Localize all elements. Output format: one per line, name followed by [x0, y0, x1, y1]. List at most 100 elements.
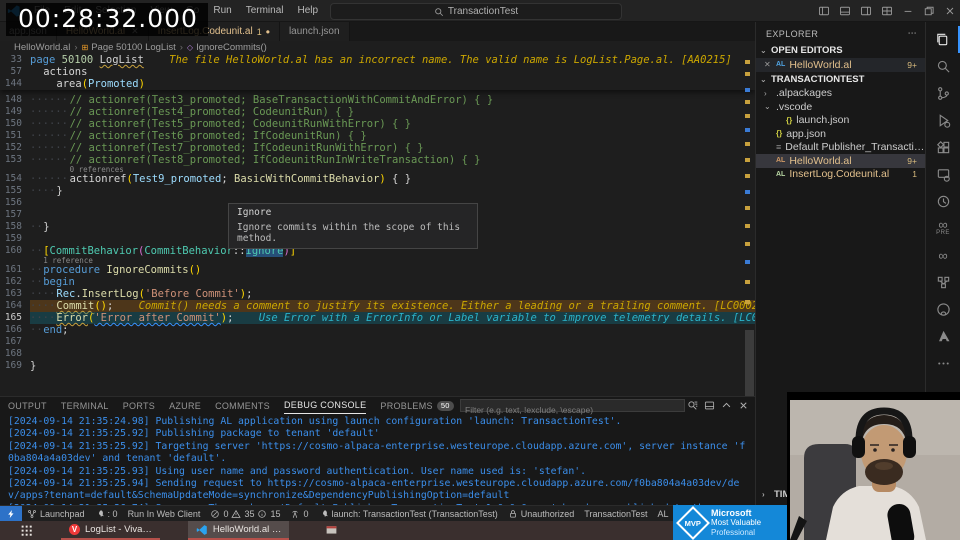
- code-line-154[interactable]: 154 ············actionref(Test9_promoted;…: [0, 173, 755, 185]
- breadcrumb-item[interactable]: Page 50100 LogList: [91, 42, 176, 53]
- filter-icon[interactable]: [687, 400, 698, 411]
- line-content: ····begin: [30, 276, 75, 288]
- code-line-151[interactable]: 151 ············// actionref(Test6_promot…: [0, 130, 755, 142]
- toggle-primary-sidebar-icon[interactable]: [813, 0, 834, 22]
- panel-tab-output[interactable]: OUTPUT: [8, 397, 47, 414]
- menu-help[interactable]: Help: [291, 5, 326, 16]
- breadcrumb-item[interactable]: IgnoreCommits(): [196, 42, 267, 53]
- code-line-33[interactable]: 33 page 50100 LogList The file HelloWorld…: [0, 54, 755, 66]
- more-icon[interactable]: [926, 350, 960, 377]
- remote-explorer-icon[interactable]: [926, 161, 960, 188]
- code-line-144[interactable]: 144 area(Promoted): [0, 78, 755, 90]
- symbol-method-icon: ◇: [186, 43, 194, 52]
- panel-tab-comments[interactable]: COMMENTS: [215, 397, 270, 414]
- minimize-icon[interactable]: [897, 0, 918, 22]
- menu-terminal[interactable]: Terminal: [239, 5, 291, 16]
- code-line-168[interactable]: 168: [0, 348, 755, 360]
- start-button[interactable]: [20, 524, 33, 537]
- status-label: Run In Web Client: [127, 508, 201, 519]
- problems-summary[interactable]: 0 35 15: [205, 506, 285, 521]
- rad-tools[interactable]: : 0: [90, 506, 123, 521]
- panel-actions: [687, 399, 749, 412]
- mvp-line2: Most Valuable: [711, 517, 762, 527]
- mvp-logo: MVP: [676, 505, 710, 540]
- code-line-164[interactable]: 164 ········Commit(); Commit() needs a co…: [0, 300, 755, 312]
- code-line-149[interactable]: 149 ············// actionref(Test4_promot…: [0, 106, 755, 118]
- auth-status[interactable]: Unauthorized: [503, 506, 580, 521]
- github-icon[interactable]: [926, 296, 960, 323]
- azure-icon[interactable]: [926, 323, 960, 350]
- code-line-162[interactable]: 162 ····begin: [0, 276, 755, 288]
- code-line-155[interactable]: 155 ········}: [0, 185, 755, 197]
- section-workspace[interactable]: ⌄ TRANSACTIONTEST: [756, 72, 925, 87]
- explorer-icon[interactable]: [926, 26, 960, 53]
- tree-item-launch-json[interactable]: {} launch.json: [756, 114, 925, 128]
- close-icon[interactable]: [738, 400, 749, 411]
- console-filter[interactable]: [460, 399, 692, 416]
- error-count: 0: [223, 508, 229, 519]
- panel-tab-azure[interactable]: AZURE: [169, 397, 201, 414]
- restore-icon[interactable]: [918, 0, 939, 22]
- snapshots-icon[interactable]: [926, 269, 960, 296]
- code-line-165[interactable]: 165 ········Error('Error after Commit'); …: [0, 312, 755, 324]
- toggle-secondary-sidebar-icon[interactable]: [855, 0, 876, 22]
- launchpad[interactable]: Launchpad: [22, 506, 90, 521]
- panel-tab-debug-console[interactable]: DEBUG CONSOLE: [283, 397, 367, 414]
- code-line-148[interactable]: 148 ············// actionref(Test3_promot…: [0, 94, 755, 106]
- workspace-name[interactable]: TransactionTest: [579, 506, 652, 521]
- source-control-icon[interactable]: [926, 80, 960, 107]
- toggle-panel-icon[interactable]: [834, 0, 855, 22]
- al-test-runner-icon[interactable]: [926, 188, 960, 215]
- close-icon[interactable]: ✕: [764, 60, 772, 69]
- al-home-icon[interactable]: ∞: [926, 242, 960, 269]
- al-preview-icon[interactable]: ∞ PRE: [926, 215, 960, 242]
- tree-item--alpackages[interactable]: › .alpackages: [756, 87, 925, 101]
- panel-tab-problems[interactable]: PROBLEMS 50: [380, 397, 454, 414]
- browser-window[interactable]: V LogList - Viva…: [61, 521, 160, 540]
- open-editor-item[interactable]: ✕ AL HelloWorld.al 9+: [756, 58, 925, 72]
- vscode-window[interactable]: HelloWorld.al …: [187, 521, 290, 540]
- code-line-57[interactable]: 57 actions: [0, 66, 755, 78]
- other-window[interactable]: [317, 521, 346, 540]
- tree-item-default-publisher-transactiontes-[interactable]: ≡Default Publisher_TransactionTes…: [756, 141, 925, 155]
- chevron-right-icon: ›: [179, 42, 183, 53]
- extensions-icon[interactable]: [926, 134, 960, 161]
- panel-tabbar: OUTPUT TERMINAL PORTS AZURE COMMENTS DEBUG CO…: [8, 397, 454, 414]
- more-actions-icon[interactable]: ⋯: [908, 28, 917, 39]
- ports-forwarded[interactable]: 0: [285, 506, 313, 521]
- breadcrumb[interactable]: HelloWorld.al › ⊞ Page 50100 LogList › ◇ Ignor…: [0, 41, 755, 54]
- command-center-search[interactable]: TransactionTest: [330, 3, 622, 20]
- close-window-icon[interactable]: [939, 0, 960, 22]
- customize-layout-icon[interactable]: [876, 0, 897, 22]
- chevron-right-icon: ›: [74, 42, 78, 53]
- search-icon[interactable]: [926, 53, 960, 80]
- tab-launch-json[interactable]: launch.json: [279, 22, 350, 41]
- code-line-166[interactable]: 166 ····end;: [0, 324, 755, 336]
- run-and-debug-icon[interactable]: [926, 107, 960, 134]
- launch-config[interactable]: launch: TransactionTest (TransactionTest…: [314, 506, 503, 521]
- codelens: 1 reference: [0, 257, 755, 265]
- chevron-up-icon[interactable]: [721, 400, 732, 411]
- breadcrumb-item[interactable]: HelloWorld.al: [14, 42, 70, 53]
- menu-run[interactable]: Run: [206, 5, 238, 16]
- panel-layout-icon[interactable]: [704, 400, 715, 411]
- run-in-web-client[interactable]: Run In Web Client: [123, 506, 206, 521]
- language-mode[interactable]: AL: [653, 506, 674, 521]
- code-line-169[interactable]: 169}: [0, 360, 755, 372]
- tree-item-app-json[interactable]: {} app.json: [756, 127, 925, 141]
- code-line-152[interactable]: 152 ············// actionref(Test7_promot…: [0, 142, 755, 154]
- console-filter-input[interactable]: [461, 404, 692, 416]
- code-editor[interactable]: 148 ············// actionref(Test3_promot…: [0, 54, 755, 396]
- tree-item--vscode[interactable]: ⌄ .vscode: [756, 100, 925, 114]
- line-content: actions: [43, 66, 88, 78]
- section-open-editors[interactable]: ⌄ OPEN EDITORS: [756, 43, 925, 58]
- code-line-150[interactable]: 150 ············// actionref(Test5_promot…: [0, 118, 755, 130]
- panel-tab-terminal[interactable]: TERMINAL: [61, 397, 109, 414]
- code-line-161[interactable]: 161 ····procedure IgnoreCommits(): [0, 264, 755, 276]
- tree-item-helloworld-al[interactable]: AL HelloWorld.al 9+: [756, 154, 925, 168]
- panel-tab-ports[interactable]: PORTS: [123, 397, 155, 414]
- remote-indicator[interactable]: [0, 506, 22, 521]
- code-line-163[interactable]: 163 ········Rec.InsertLog('Before Commit'…: [0, 288, 755, 300]
- code-line-167[interactable]: 167: [0, 336, 755, 348]
- tree-item-insertlog-codeunit-al[interactable]: AL InsertLog.Codeunit.al 1: [756, 168, 925, 182]
